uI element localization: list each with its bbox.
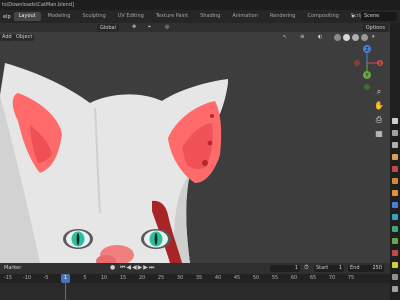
ruler-tick: 50: [252, 275, 260, 281]
start-frame-field[interactable]: Start 1: [314, 265, 344, 272]
timeline-header: Marker ● ⏮◀◀▶▶⏭ 1 ⏱ Start 1 End 250: [0, 263, 390, 274]
rendered-shading-icon[interactable]: [361, 34, 368, 41]
ruler-tick: 45: [233, 275, 241, 281]
shading-options-icon[interactable]: ▾: [372, 32, 375, 43]
camera-view-icon[interactable]: ⎙: [374, 115, 384, 125]
ruler-tick: 35: [195, 275, 203, 281]
end-label: End: [350, 265, 360, 271]
pivot-icon[interactable]: ✥: [132, 23, 136, 32]
ruler-tick: 75: [347, 275, 355, 281]
material-properties-icon[interactable]: [392, 250, 398, 256]
proportional-edit-icon[interactable]: ◎: [165, 23, 169, 32]
tab-modeling[interactable]: Modeling: [43, 12, 76, 21]
data-properties-icon[interactable]: [392, 262, 398, 268]
timeline-editor: Marker ● ⏮◀◀▶▶⏭ 1 ⏱ Start 1 End 250 -15 …: [0, 263, 390, 300]
pan-hand-icon[interactable]: ✋: [374, 101, 384, 111]
particles-properties-icon[interactable]: [392, 214, 398, 220]
tab-animation[interactable]: Animation: [227, 12, 263, 21]
ruler-tick: -5: [43, 275, 49, 281]
ruler-tick: -15: [3, 275, 13, 281]
scene-properties-icon[interactable]: [392, 166, 398, 172]
viewport-header: Global ✥ ⌖ ◎ Options: [0, 23, 390, 32]
ruler-tick: 15: [119, 275, 127, 281]
view-layer-properties-icon[interactable]: [392, 154, 398, 160]
properties-tab-strip: [390, 23, 400, 300]
viewport-header-row2: Add Object ↖ ⊕ ◐ ▾: [0, 32, 390, 43]
snap-icon[interactable]: ⌖: [148, 23, 151, 32]
workspace-tab-bar: elp Layout Modeling Sculpting UV Editing…: [0, 10, 400, 23]
cat-model: [0, 63, 228, 263]
playhead-line: [65, 283, 66, 300]
ruler-tick: 30: [176, 275, 184, 281]
view-object-types-icon[interactable]: ↖: [283, 32, 287, 43]
zoom-icon[interactable]: ⌕: [374, 87, 384, 97]
right-eye: [141, 229, 171, 249]
stopwatch-icon[interactable]: ⏱: [304, 264, 309, 272]
window-title: ts\Downloads\CatMan.blend]: [0, 0, 400, 10]
start-label: Start: [316, 265, 329, 271]
extra-properties-icon[interactable]: [392, 286, 398, 292]
tab-compositing[interactable]: Compositing: [302, 12, 343, 21]
grid-view-icon[interactable]: ▦: [374, 129, 384, 139]
options-dropdown[interactable]: Options: [362, 23, 388, 32]
gizmo-icon[interactable]: ⊕: [300, 32, 304, 43]
x-axis-label: X: [379, 61, 382, 66]
end-value: 250: [372, 265, 382, 271]
tab-sculpting[interactable]: Sculpting: [77, 12, 110, 21]
tab-rendering[interactable]: Rendering: [265, 12, 301, 21]
tab-uv-editing[interactable]: UV Editing: [113, 12, 149, 21]
playback-controls[interactable]: ⏮◀◀▶▶⏭: [120, 264, 155, 272]
modifier-properties-icon[interactable]: [392, 202, 398, 208]
help-menu[interactable]: elp: [0, 14, 14, 20]
ruler-tick: 65: [309, 275, 317, 281]
add-menu[interactable]: Add: [0, 34, 14, 41]
transform-orientation-dropdown[interactable]: Global: [97, 23, 119, 32]
physics-properties-icon[interactable]: [392, 226, 398, 232]
texture-properties-icon[interactable]: [392, 274, 398, 280]
neg-x-axis-handle: [354, 60, 360, 66]
ruler-tick: 25: [157, 275, 165, 281]
left-eye: [63, 229, 93, 249]
output-properties-icon[interactable]: [392, 142, 398, 148]
render-properties-icon[interactable]: [392, 130, 398, 136]
scene-icon[interactable]: ▾: [349, 13, 357, 21]
marker-menu[interactable]: Marker: [4, 265, 21, 272]
tab-texture-paint[interactable]: Texture Paint: [151, 12, 193, 21]
ruler-tick: 40: [214, 275, 222, 281]
solid-shading-icon[interactable]: [343, 34, 350, 41]
scene-selector[interactable]: Scene: [361, 12, 397, 21]
start-value: 1: [338, 265, 342, 271]
neg-y-axis-handle: [364, 84, 370, 90]
material-preview-icon[interactable]: [352, 34, 359, 41]
ruler-tick: -10: [22, 275, 32, 281]
3d-viewport[interactable]: Global ✥ ⌖ ◎ Options Add Object ↖ ⊕ ◐ ▾ …: [0, 23, 390, 263]
object-properties-icon[interactable]: [392, 190, 398, 196]
tool-properties-icon[interactable]: [392, 118, 398, 124]
z-axis-label: Z: [365, 47, 369, 53]
ruler-tick: 20: [138, 275, 146, 281]
constraints-properties-icon[interactable]: [392, 238, 398, 244]
record-icon[interactable]: ●: [110, 264, 115, 271]
world-properties-icon[interactable]: [392, 178, 398, 184]
tab-layout[interactable]: Layout: [13, 12, 41, 21]
overlays-icon[interactable]: ◐: [318, 32, 322, 43]
ruler-tick: 10: [100, 275, 108, 281]
ruler-tick: 5: [83, 275, 87, 281]
ruler-tick: 60: [290, 275, 298, 281]
object-menu[interactable]: Object: [14, 34, 35, 41]
tab-shading[interactable]: Shading: [195, 12, 225, 21]
end-frame-field[interactable]: End 250: [348, 265, 384, 272]
current-frame-field[interactable]: 1: [270, 265, 300, 272]
ruler-tick: 70: [328, 275, 336, 281]
timeline-ruler[interactable]: -15 -10 -5 1 5 10 15 20 25 30 35 40 45 5…: [0, 274, 390, 283]
ruler-tick: 55: [271, 275, 279, 281]
playhead-frame-indicator[interactable]: 1: [61, 274, 70, 283]
wireframe-shading-icon[interactable]: [334, 34, 341, 41]
timeline-keyframe-area[interactable]: [0, 283, 390, 300]
